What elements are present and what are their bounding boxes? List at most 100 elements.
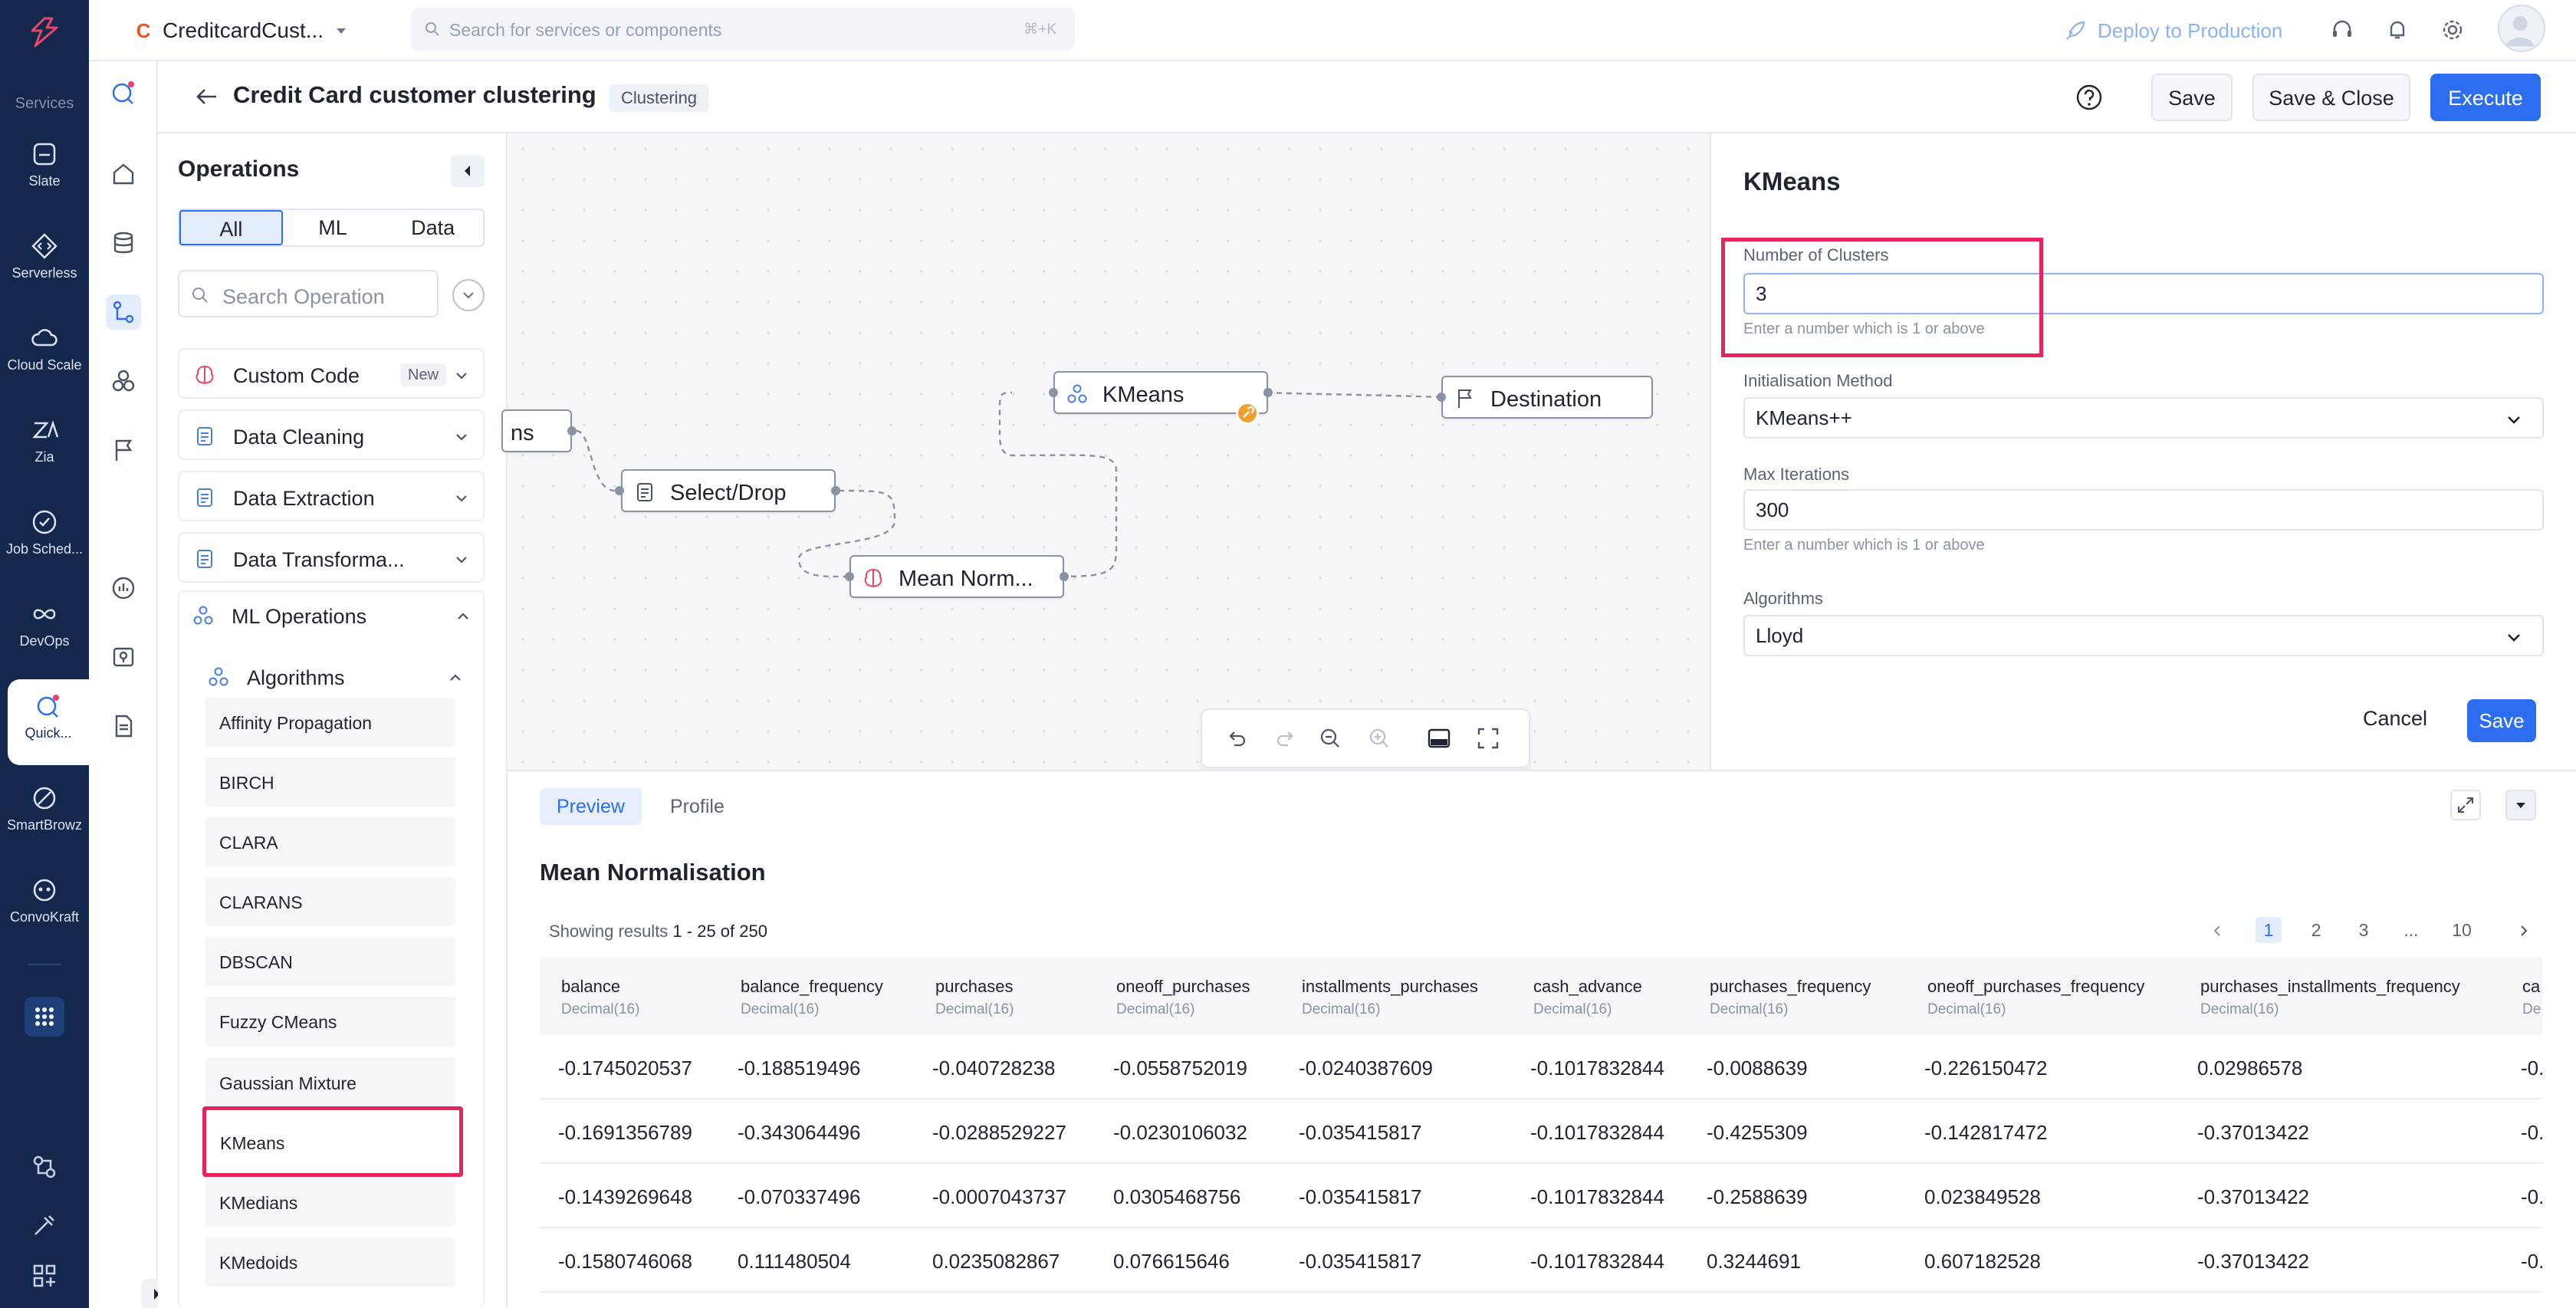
page-2[interactable]: 2 xyxy=(2303,917,2329,943)
nav-models[interactable] xyxy=(106,363,141,399)
algorithm-kmeans[interactable]: KMeans xyxy=(202,1106,463,1177)
tab-data[interactable]: Data xyxy=(383,210,483,245)
rail-item-convokraft[interactable]: ConvoKraft xyxy=(0,863,89,949)
pipeline-node-mean-normalisation[interactable]: Mean Norm... xyxy=(849,555,1064,598)
column-header[interactable]: purchases_installments_frequency Decimal(… xyxy=(2200,977,2460,1018)
column-header[interactable]: installments_purchases Decimal(16) xyxy=(1302,977,1478,1018)
table-row[interactable]: -0.1439269648 -0.070337496 -0.0007043737… xyxy=(540,1164,2542,1228)
column-header[interactable]: purchases Decimal(16) xyxy=(935,977,1014,1018)
expand-preview-button[interactable] xyxy=(2450,790,2481,820)
nav-monitoring[interactable] xyxy=(106,570,141,606)
algorithm-birch[interactable]: BIRCH xyxy=(205,758,455,807)
rail-item-zia[interactable]: Zia xyxy=(0,403,89,489)
rail-item-job-scheduling[interactable]: Job Sched... xyxy=(0,495,89,581)
algorithm-clara[interactable]: CLARA xyxy=(205,817,455,866)
column-header[interactable]: cash_advance Decimal(16) xyxy=(1533,977,1642,1018)
tab-preview[interactable]: Preview xyxy=(540,788,642,825)
save-button[interactable]: Save xyxy=(2151,74,2233,121)
quickml-home-icon[interactable] xyxy=(106,75,141,110)
column-header[interactable]: balance Decimal(16) xyxy=(561,977,639,1018)
widgets-icon[interactable] xyxy=(29,1260,60,1291)
prev-page-icon[interactable] xyxy=(2210,923,2225,938)
rail-item-quickml[interactable]: Quick... xyxy=(8,679,89,765)
deploy-to-production-button[interactable]: Deploy to Production xyxy=(2064,17,2282,44)
undo-button[interactable] xyxy=(1224,725,1251,753)
avatar[interactable] xyxy=(2498,5,2545,52)
category-data-extraction[interactable]: Data Extraction xyxy=(178,471,485,521)
catalyst-logo-icon[interactable] xyxy=(26,15,63,52)
table-row[interactable]: -0.1580746068 0.111480504 0.0235082867 0… xyxy=(540,1228,2542,1293)
redo-button[interactable] xyxy=(1273,725,1300,753)
tools-icon[interactable] xyxy=(29,1210,60,1241)
operation-search-input[interactable]: Search Operation xyxy=(178,270,439,317)
pipeline-node-partial[interactable]: ns xyxy=(501,409,572,452)
column-header[interactable]: purchases_frequency Decimal(16) xyxy=(1710,977,1871,1018)
column-header[interactable]: oneoff_purchases_frequency Decimal(16) xyxy=(1927,977,2144,1018)
nav-pipelines[interactable] xyxy=(106,294,141,330)
page-1[interactable]: 1 xyxy=(2256,917,2282,943)
pipeline-node-select-drop[interactable]: Select/Drop xyxy=(621,469,836,512)
pipeline-node-kmeans[interactable]: KMeans xyxy=(1053,371,1268,414)
table-row[interactable]: -0.1745020537 -0.188519496 -0.040728238 … xyxy=(540,1035,2542,1099)
node-port[interactable] xyxy=(615,486,624,495)
zoom-in-button[interactable] xyxy=(1366,725,1394,753)
nav-endpoints[interactable] xyxy=(106,432,141,468)
bell-icon[interactable] xyxy=(2384,17,2410,43)
category-data-transformation[interactable]: Data Transforma... xyxy=(178,532,485,583)
nav-datasets[interactable] xyxy=(106,225,141,261)
algorithm-kmedians[interactable]: KMedians xyxy=(205,1178,455,1227)
node-port[interactable] xyxy=(1263,388,1273,397)
nav-docs[interactable] xyxy=(106,708,141,744)
fit-view-button[interactable] xyxy=(1475,725,1503,753)
back-arrow-icon[interactable] xyxy=(193,83,221,110)
algorithm-clarans[interactable]: CLARANS xyxy=(205,877,455,926)
init-method-select[interactable]: KMeans++ xyxy=(1743,397,2544,439)
gear-icon[interactable] xyxy=(2440,17,2466,43)
column-header[interactable]: oneoff_purchases Decimal(16) xyxy=(1116,977,1250,1018)
rail-item-cloud-scale[interactable]: Cloud Scale xyxy=(0,311,89,397)
save-close-button[interactable]: Save & Close xyxy=(2252,74,2410,121)
collapse-preview-button[interactable] xyxy=(2505,790,2536,820)
rail-item-slate[interactable]: Slate xyxy=(0,127,89,213)
node-port[interactable] xyxy=(1049,388,1058,397)
pipeline-canvas[interactable]: ns Select/Drop Mean Norm... KMeans Desti… xyxy=(501,133,1710,770)
algorithm-dbscan[interactable]: DBSCAN xyxy=(205,937,455,986)
config-cancel-button[interactable]: Cancel xyxy=(2363,707,2427,731)
column-header[interactable]: balance_frequency Decimal(16) xyxy=(741,977,883,1018)
headset-icon[interactable] xyxy=(2329,17,2355,43)
node-port[interactable] xyxy=(567,426,577,435)
rail-item-devops[interactable]: DevOps xyxy=(0,587,89,673)
rail-item-serverless[interactable]: Serverless xyxy=(0,219,89,305)
column-header[interactable]: ca De xyxy=(2522,977,2541,1018)
node-port[interactable] xyxy=(1060,572,1069,581)
zoom-out-button[interactable] xyxy=(1317,725,1345,753)
algorithm-affinity-propagation[interactable]: Affinity Propagation xyxy=(205,698,455,747)
nav-home[interactable] xyxy=(106,156,141,192)
algorithm-kmedoids[interactable]: KMedoids xyxy=(205,1237,455,1287)
tab-all[interactable]: All xyxy=(179,210,283,245)
table-row[interactable]: -0.1691356789 -0.343064496 -0.0288529227… xyxy=(540,1099,2542,1164)
nav-secrets[interactable] xyxy=(106,639,141,675)
warning-badge[interactable] xyxy=(1236,402,1259,425)
node-port[interactable] xyxy=(845,572,854,581)
all-services-button[interactable] xyxy=(25,997,64,1037)
execute-button[interactable]: Execute xyxy=(2430,74,2541,121)
config-save-button[interactable]: Save xyxy=(2467,699,2536,742)
page-3[interactable]: 3 xyxy=(2351,917,2377,943)
integrations-icon[interactable] xyxy=(29,1152,60,1182)
algorithm-gaussian-mixture[interactable]: Gaussian Mixture xyxy=(205,1058,455,1107)
category-data-cleaning[interactable]: Data Cleaning xyxy=(178,409,485,460)
next-page-icon[interactable] xyxy=(2516,923,2532,938)
expand-all-button[interactable] xyxy=(452,279,485,311)
tab-profile[interactable]: Profile xyxy=(653,788,741,825)
help-icon[interactable] xyxy=(2075,83,2104,112)
toggle-preview-button[interactable] xyxy=(1426,725,1454,753)
tab-ml[interactable]: ML xyxy=(283,210,383,245)
algorithm-select[interactable]: Lloyd xyxy=(1743,615,2544,656)
collapse-panel-button[interactable] xyxy=(451,155,485,187)
subcategory-algorithms[interactable]: Algorithms xyxy=(193,652,477,702)
rail-item-smartbrowz[interactable]: SmartBrowz xyxy=(0,771,89,857)
pipeline-node-destination[interactable]: Destination xyxy=(1441,376,1653,419)
page-10[interactable]: 10 xyxy=(2446,917,2478,943)
node-port[interactable] xyxy=(1437,393,1446,402)
